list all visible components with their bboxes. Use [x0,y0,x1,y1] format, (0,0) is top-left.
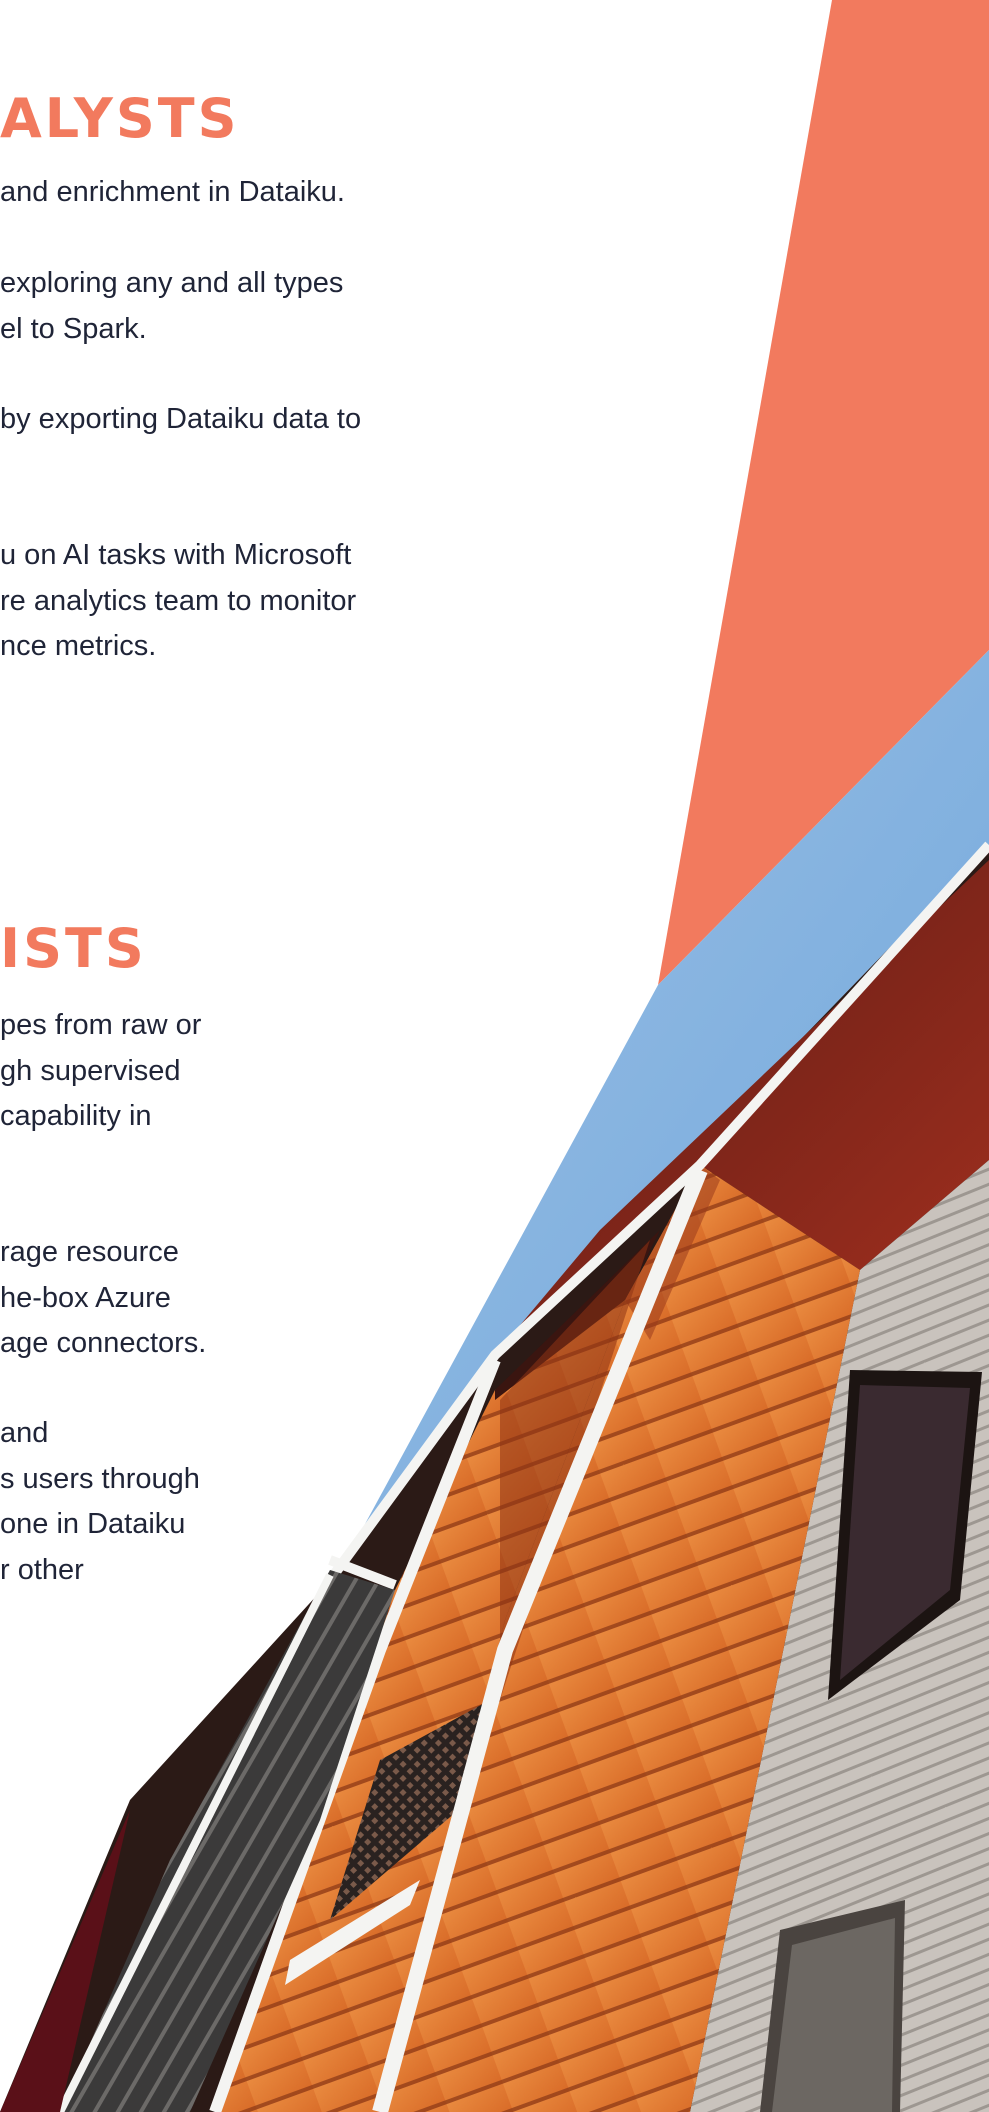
section-heading-scientists: ISTS [0,917,147,980]
text-line: and [0,1417,49,1449]
text-line: capability in [0,1100,152,1132]
text-line: re analytics team to monitor [0,584,357,617]
paragraph-analysts-3: by exporting Dataiku data to [0,397,361,443]
text-line: one in Dataiku [0,1508,186,1540]
paragraph-analysts-4: u on AI tasks with Microsoft re analytic… [0,533,356,670]
text-line: s users through [0,1462,200,1495]
paragraph-scientists-1: pes from raw or gh supervised capability… [0,1003,201,1140]
text-line: rage resource [0,1236,179,1268]
paragraph-scientists-3: and s users through one in Dataiku r oth… [0,1411,200,1593]
section-heading-analysts: ALYSTS [0,87,240,150]
text-line: exploring any and all types [0,267,344,299]
text-line: u on AI tasks with Microsoft [0,539,352,571]
text-line: by exporting Dataiku data to [0,403,362,435]
text-line: r other [0,1553,84,1586]
text-line: age connectors. [0,1327,207,1359]
text-line: pes from raw or [0,1009,202,1041]
paragraph-scientists-2: rage resource he-box Azure age connector… [0,1230,206,1367]
paragraph-analysts-2: exploring any and all types el to Spark. [0,261,343,352]
text-line: nce metrics. [0,630,157,662]
paragraph-analysts-1: and enrichment in Dataiku. [0,170,345,216]
text-line: gh supervised [0,1054,181,1087]
text-line: he-box Azure [0,1281,171,1314]
text-line: el to Spark. [0,312,147,345]
text-line: and enrichment in Dataiku. [0,176,345,208]
